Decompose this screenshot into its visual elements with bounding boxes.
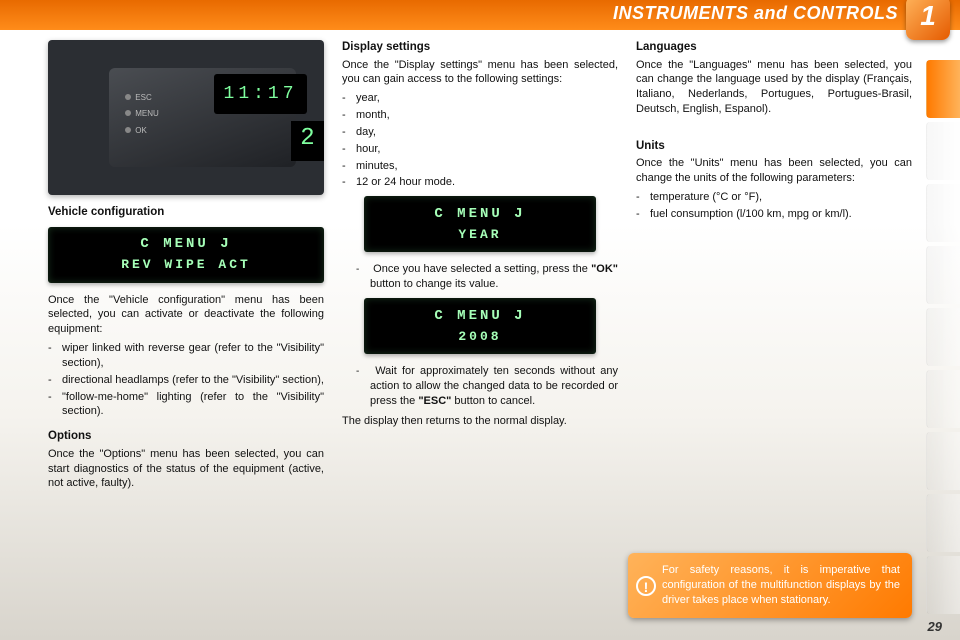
list-item: "follow-me-home" lighting (refer to the … — [48, 390, 324, 420]
column-left: ESC MENU OK 11:17 2 Vehicle configuratio… — [48, 40, 324, 620]
side-tab — [926, 370, 960, 428]
lcd-menu-year: C MENU J YEAR — [364, 196, 596, 252]
lcd-line1: C MENU J — [140, 235, 231, 254]
side-tab — [926, 122, 960, 180]
list-item: fuel consumption (l/100 km, mpg or km/l)… — [636, 207, 912, 222]
dashboard-clock: 11:17 — [214, 74, 308, 114]
content-columns: ESC MENU OK 11:17 2 Vehicle configuratio… — [48, 40, 912, 620]
side-tab — [926, 246, 960, 304]
list-item: month, — [342, 108, 618, 123]
list-item: wiper linked with reverse gear (refer to… — [48, 341, 324, 371]
step-esc: Wait for approximately ten seconds witho… — [356, 364, 618, 409]
side-tab — [926, 556, 960, 614]
lcd-line1: C MENU J — [434, 307, 525, 326]
lcd-line2: YEAR — [458, 226, 501, 244]
side-tabs — [926, 60, 960, 618]
btn-esc-label: ESC — [135, 93, 151, 102]
btn-ok-label: OK — [135, 126, 147, 135]
display-settings-list: year, month, day, hour, minutes, 12 or 2… — [342, 91, 618, 190]
list-item: day, — [342, 125, 618, 140]
column-right: Languages Once the "Languages" menu has … — [636, 40, 912, 620]
step-ok: Once you have selected a setting, press … — [356, 262, 618, 292]
step-text: button to cancel. — [451, 395, 535, 407]
side-tab-active — [926, 60, 960, 118]
header-bar: INSTRUMENTS and CONTROLS 1 — [0, 0, 960, 30]
languages-body: Once the "Languages" menu has been selec… — [636, 58, 912, 117]
step-list-1: Once you have selected a setting, press … — [356, 262, 618, 292]
units-list: temperature (°C or °F), fuel consumption… — [636, 190, 912, 222]
vehicle-config-list: wiper linked with reverse gear (refer to… — [48, 341, 324, 419]
lcd-menu-revwipe: C MENU J REV WIPE ACT — [48, 227, 324, 283]
languages-heading: Languages — [636, 40, 912, 56]
header-title: INSTRUMENTS and CONTROLS — [613, 3, 898, 24]
list-item: directional headlamps (refer to the "Vis… — [48, 373, 324, 388]
side-tab — [926, 494, 960, 552]
step-text: Once you have selected a setting, press … — [373, 263, 591, 275]
manual-page: INSTRUMENTS and CONTROLS 1 ESC MENU OK 1… — [0, 0, 960, 640]
side-tab — [926, 184, 960, 242]
column-middle: Display settings Once the "Display setti… — [342, 40, 618, 620]
vehicle-config-heading: Vehicle configuration — [48, 205, 324, 221]
list-item: year, — [342, 91, 618, 106]
display-settings-heading: Display settings — [342, 40, 618, 56]
step-list-2: Wait for approximately ten seconds witho… — [356, 364, 618, 409]
list-item: 12 or 24 hour mode. — [342, 175, 618, 190]
dashboard-photo: ESC MENU OK 11:17 2 — [48, 40, 324, 195]
lcd-menu-2008: C MENU J 2008 — [364, 298, 596, 354]
list-item: hour, — [342, 142, 618, 157]
side-tab — [926, 308, 960, 366]
step-text: button to change its value. — [370, 278, 498, 290]
display-settings-intro: Once the "Display settings" menu has bee… — [342, 58, 618, 88]
lcd-line2: 2008 — [458, 328, 501, 346]
units-heading: Units — [636, 139, 912, 155]
list-item: minutes, — [342, 159, 618, 174]
step-bold: "OK" — [591, 263, 618, 275]
safety-warning-box: ! For safety reasons, it is imperative t… — [628, 553, 912, 618]
units-intro: Once the "Units" menu has been selected,… — [636, 156, 912, 186]
side-tab — [926, 432, 960, 490]
dashboard-digit-edge: 2 — [291, 121, 324, 161]
page-number: 29 — [928, 619, 942, 634]
vehicle-config-intro: Once the "Vehicle configuration" menu ha… — [48, 293, 324, 338]
options-body: Once the "Options" menu has been selecte… — [48, 447, 324, 492]
btn-menu-label: MENU — [135, 109, 159, 118]
options-heading: Options — [48, 429, 324, 445]
list-item: temperature (°C or °F), — [636, 190, 912, 205]
step-bold: "ESC" — [418, 395, 451, 407]
section-number-badge: 1 — [906, 0, 950, 40]
lcd-line2: REV WIPE ACT — [121, 256, 251, 274]
lcd-line1: C MENU J — [434, 205, 525, 224]
warning-icon: ! — [636, 576, 656, 596]
warning-text: For safety reasons, it is imperative tha… — [662, 564, 900, 606]
dashboard-buttons: ESC MENU OK — [125, 87, 159, 143]
display-settings-outro: The display then returns to the normal d… — [342, 414, 618, 429]
